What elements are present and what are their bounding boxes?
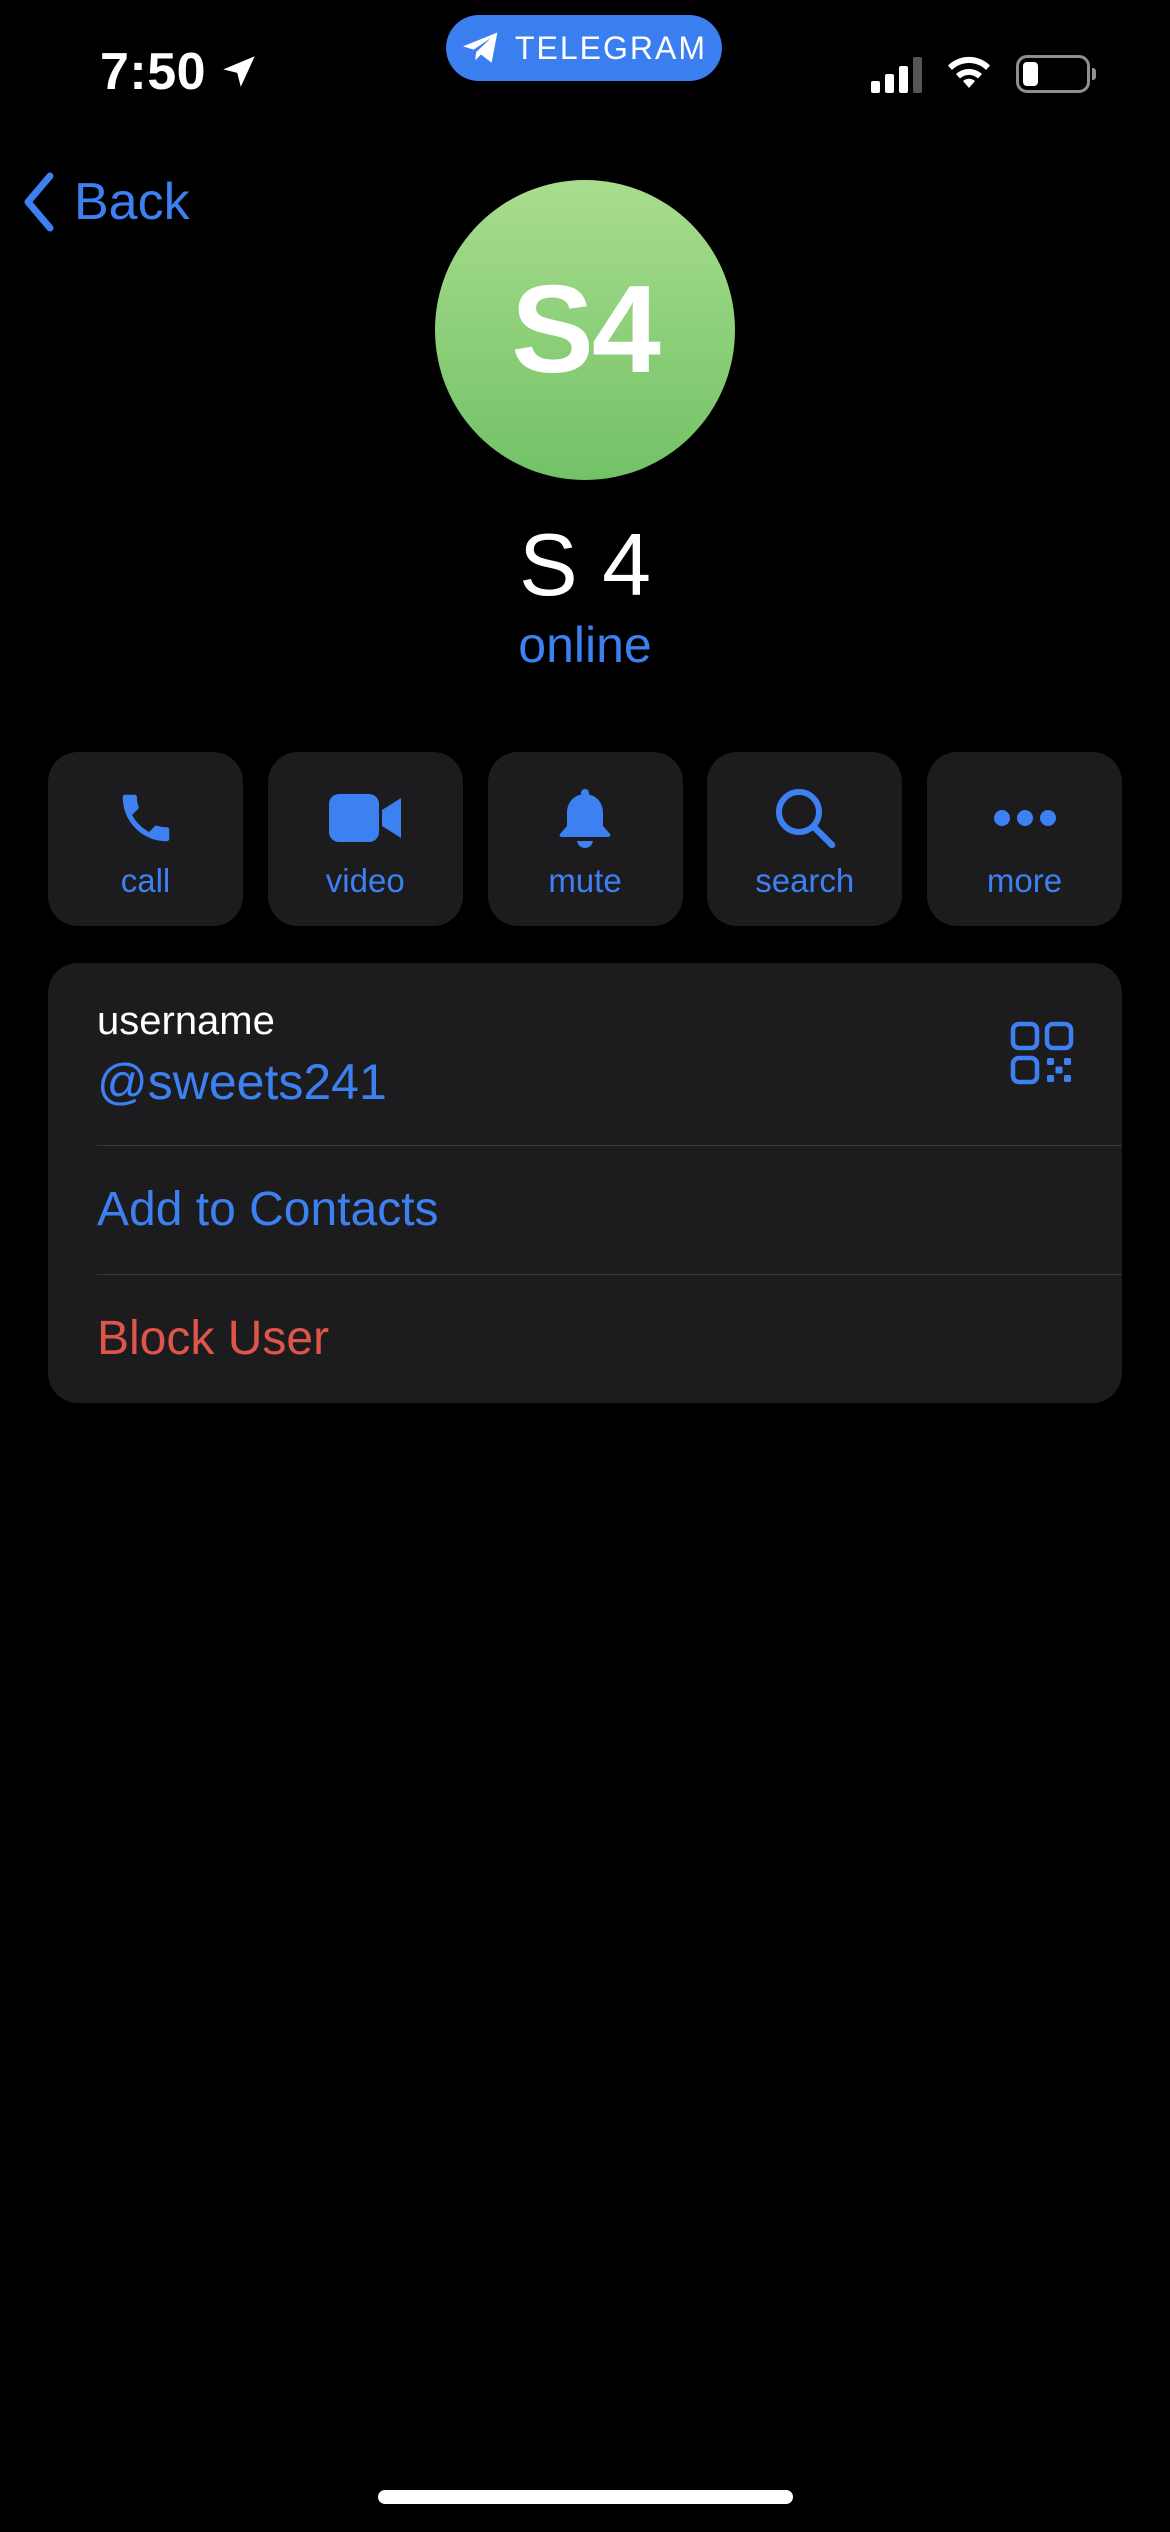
telegram-plane-icon [461,30,501,66]
profile-name: S 4 [518,515,652,614]
back-label: Back [74,173,190,231]
avatar[interactable]: S4 [435,180,735,480]
mute-button[interactable]: mute [487,752,683,926]
username-row[interactable]: username @sweets241 [48,963,1122,1145]
telegram-pill-label: TELEGRAM [514,29,708,66]
cellular-signal-icon [871,55,922,93]
status-indicators [871,52,1096,95]
mute-label: mute [548,862,622,899]
block-user-button[interactable]: Block User [48,1275,1122,1403]
home-indicator[interactable] [378,2490,793,2504]
status-time: 7:50 [100,42,260,102]
bell-icon [556,786,614,850]
action-buttons: call video mute search more [48,752,1122,926]
more-label: more [986,862,1063,899]
search-icon [773,786,837,850]
chevron-left-icon [22,172,56,232]
add-to-contacts-button[interactable]: Add to Contacts [48,1146,1122,1274]
username-label: username [97,999,275,1043]
back-button[interactable]: Back [22,172,190,232]
phone-icon [115,786,177,850]
search-button[interactable]: search [707,752,903,926]
video-button[interactable]: video [267,752,463,926]
call-button[interactable]: call [48,752,243,926]
video-label: video [325,862,405,899]
ellipsis-icon [992,786,1058,850]
more-button[interactable]: more [927,752,1122,926]
battery-icon [1016,54,1096,93]
location-arrow-icon [218,51,260,93]
avatar-initials: S4 [511,261,661,399]
add-to-contacts-label: Add to Contacts [97,1183,439,1236]
block-user-label: Block User [97,1312,330,1365]
wifi-icon [944,52,994,95]
telegram-app-pill[interactable]: TELEGRAM [446,15,722,81]
search-label: search [755,862,855,899]
video-camera-icon [327,786,403,850]
status-time-label: 7:50 [100,43,207,101]
status-bar: 7:50 TELEGRAM [0,0,1170,150]
info-card: username @sweets241 Add to Contacts Bloc… [48,963,1122,1403]
qr-code-icon[interactable] [1010,1021,1074,1085]
profile-status: online [518,617,652,673]
username-value[interactable]: @sweets241 [97,1053,387,1111]
call-label: call [120,862,171,899]
